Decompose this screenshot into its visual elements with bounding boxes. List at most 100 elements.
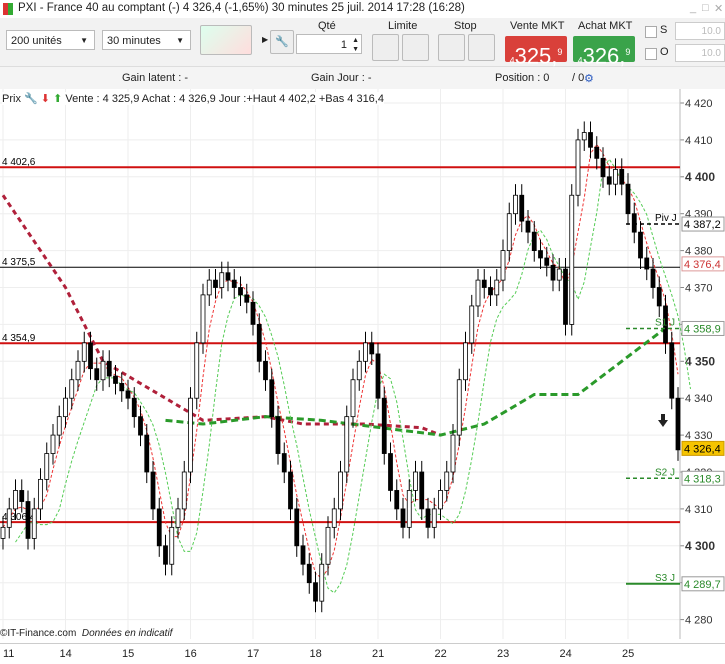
toolbar: 200 unités ▼ 30 minutes ▼ ▶ 🔧 Qté 1 ▲ ▼ Limi…: [0, 18, 725, 68]
o-checkbox[interactable]: [645, 48, 657, 60]
candle-body: [525, 220, 531, 233]
candle-body: [556, 268, 562, 281]
candle-body: [413, 471, 418, 491]
candle-body: [181, 471, 187, 510]
candle-body: [569, 194, 575, 325]
x-tick-label: 21: [372, 648, 385, 660]
sell-mkt-button[interactable]: 4325,9: [505, 36, 567, 68]
buy-price: 326,: [582, 43, 626, 69]
candle-body: [169, 526, 175, 565]
position: Position : 0: [495, 72, 550, 84]
candle-body: [431, 508, 437, 528]
candle-body: [563, 268, 568, 325]
candle-body: [506, 213, 512, 251]
candle-body: [356, 360, 362, 381]
footer: ©IT-Finance.com Données en indicatif: [0, 628, 172, 639]
candle-body: [231, 279, 237, 288]
info-bar: Gain latent : - Gain Jour : - Position :…: [0, 67, 725, 89]
candle-body: [131, 397, 137, 418]
candle-body: [600, 157, 606, 178]
candle-body: [150, 471, 156, 510]
candle-body: [475, 279, 481, 307]
gain-latent: Gain latent : -: [122, 72, 189, 84]
buy-mkt-button[interactable]: 4326,9: [573, 36, 635, 68]
candle-body: [119, 383, 125, 392]
stop-sell-button[interactable]: [468, 34, 495, 61]
candle-body: [394, 490, 400, 510]
wrench-icon[interactable]: 🔧: [24, 93, 38, 105]
candle-body: [444, 471, 450, 491]
candle-body: [388, 453, 393, 491]
buy-mkt-label: Achat MKT: [578, 20, 633, 32]
expand-arrow-icon[interactable]: ▶: [262, 35, 268, 44]
candle-body: [550, 264, 556, 281]
position-count: / 0: [572, 72, 585, 84]
pivot-price: 4 318,3: [684, 473, 721, 485]
maximize-button[interactable]: □: [702, 2, 709, 14]
x-tick-label: 17: [247, 648, 260, 660]
period-value: 30 minutes: [107, 35, 161, 47]
x-tick-label: 15: [122, 648, 135, 660]
limit-sell-button[interactable]: [402, 34, 429, 61]
x-tick-label: 23: [497, 648, 510, 660]
candle-body: [313, 582, 318, 602]
o-input[interactable]: 10.0: [675, 44, 725, 62]
s-label: S: [660, 24, 668, 36]
candle-body: [13, 490, 18, 510]
gears-icon[interactable]: ⚙: [584, 72, 594, 85]
s-checkbox[interactable]: [645, 26, 657, 38]
buy-arrow-icon[interactable]: ⬆: [53, 93, 62, 105]
candle-body: [606, 176, 612, 185]
candle-body: [494, 279, 500, 296]
candle-body: [656, 287, 662, 307]
o-label: O: [660, 46, 669, 58]
sell-arrow-icon[interactable]: ⬇: [41, 93, 50, 105]
wrench-icon[interactable]: 🔧: [270, 30, 294, 54]
limit-label: Limite: [388, 20, 418, 32]
candle-body: [331, 508, 337, 528]
qty-value: 1: [340, 39, 347, 51]
stepper-icon[interactable]: ▲ ▼: [352, 36, 359, 54]
period-select[interactable]: 30 minutes ▼: [102, 30, 191, 50]
y-tick-label: 4 380: [685, 246, 713, 258]
candle-body: [219, 272, 225, 288]
price-chart[interactable]: 4 2804 2904 3004 3104 3204 3304 3404 350…: [0, 89, 725, 639]
minimize-button[interactable]: _: [690, 2, 696, 14]
indicators-button[interactable]: [200, 25, 252, 55]
candle-body: [56, 416, 62, 436]
chart-app-icon: [3, 3, 13, 15]
pivot-price: 4 387,2: [684, 219, 721, 231]
x-tick-label: 16: [184, 648, 197, 660]
title-bar: PXI - France 40 au comptant (-) 4 326,4 …: [0, 0, 725, 19]
chart-legend: Prix 🔧 ⬇ ⬆ Vente : 4 325,9 Achat : 4 326…: [2, 92, 384, 105]
candle-body: [350, 379, 356, 418]
ma-long-red: [1, 194, 442, 437]
candle-body: [519, 194, 525, 222]
quote-summary: Vente : 4 325,9 Achat : 4 326,9 Jour :+H…: [65, 93, 384, 105]
candle-body: [25, 501, 31, 539]
y-tick-label: 4 400: [685, 170, 715, 184]
stop-buy-button[interactable]: [438, 34, 465, 61]
y-tick-label: 4 310: [685, 504, 713, 516]
candle-body: [288, 471, 293, 510]
candle-body: [425, 508, 431, 528]
units-select[interactable]: 200 unités ▼: [6, 30, 95, 50]
candle-body: [200, 294, 206, 344]
candle-body: [138, 416, 143, 436]
candle-body: [400, 508, 406, 528]
s-input[interactable]: 10.0: [675, 22, 725, 40]
price-box-label: 4 326,4: [684, 443, 721, 455]
qty-label: Qté: [318, 20, 336, 32]
x-tick-label: 11: [3, 648, 15, 660]
candle-body: [6, 508, 12, 528]
y-tick-label: 4 410: [685, 135, 713, 147]
candle-body: [294, 508, 300, 547]
qty-input[interactable]: 1 ▲ ▼: [296, 34, 362, 54]
candle-body: [456, 379, 462, 436]
limit-buy-button[interactable]: [372, 34, 399, 61]
buy-decimal: 9: [625, 47, 631, 57]
x-axis: 11 14 15 16 17 18 21 22 23 24 25: [0, 643, 725, 664]
close-button[interactable]: ✕: [714, 2, 723, 15]
candle-body: [206, 279, 212, 296]
candle-body: [0, 526, 6, 539]
